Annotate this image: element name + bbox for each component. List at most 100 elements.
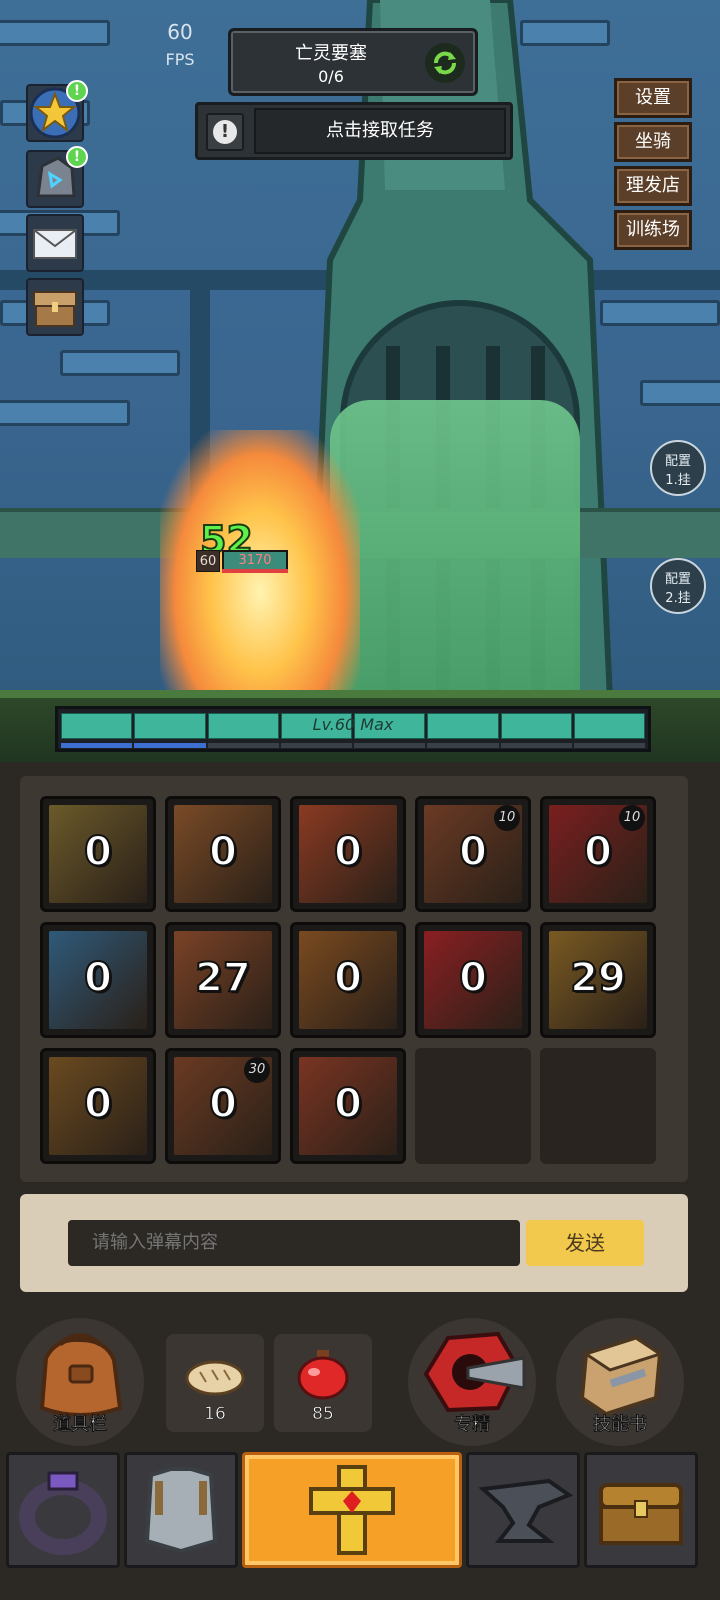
empty-equipment-slot[interactable] (540, 1048, 656, 1164)
achievement-button[interactable]: ! (26, 80, 88, 142)
treasure-chest-icon (33, 291, 77, 327)
config-2-button[interactable]: 配置 2.挂 (650, 558, 706, 614)
experience-sub-segment (573, 743, 645, 748)
specialty-label: 专精 (454, 1414, 491, 1436)
potion-item-button[interactable]: 85 (274, 1334, 372, 1432)
exclamation-icon: ! (213, 120, 237, 144)
settings-button[interactable]: 设置 (614, 78, 692, 118)
refresh-button[interactable] (425, 43, 465, 83)
ring-icon (19, 1471, 107, 1555)
bread-icon (185, 1360, 245, 1396)
quest-progress: 0/6 (318, 67, 344, 86)
equipment-corner-badge: 30 (244, 1057, 270, 1083)
equipment-count: 29 (569, 954, 627, 1002)
equipment-slot[interactable]: 29 (540, 922, 656, 1038)
skillbook-button[interactable]: 技能书 (556, 1318, 684, 1446)
send-button[interactable]: 发送 (526, 1220, 644, 1266)
equipment-count: 0 (333, 828, 363, 876)
equipment-slot[interactable]: 0 (40, 1048, 156, 1164)
notification-badge: ! (66, 146, 88, 168)
experience-sub-segment (280, 743, 352, 748)
item-bag-label: 道具栏 (53, 1414, 108, 1436)
wall-brick (0, 20, 110, 46)
equipment-count: 0 (208, 1080, 238, 1128)
equipment-count: 0 (83, 1080, 113, 1128)
level-label: Lv.60 Max (312, 715, 394, 734)
tab-armor[interactable] (124, 1452, 238, 1568)
experience-sub-segment (500, 743, 572, 748)
red-potion-icon (297, 1350, 349, 1400)
skillbook-label: 技能书 (593, 1414, 648, 1436)
config-label: 配置 (664, 572, 691, 587)
equipment-slot[interactable]: 0 10 (540, 796, 656, 912)
item-bag-button[interactable]: 道具栏 (16, 1318, 144, 1446)
equipment-corner-badge: 10 (619, 805, 645, 831)
experience-sub-segment (61, 743, 133, 748)
equipment-slot[interactable]: 0 30 (165, 1048, 281, 1164)
wall-brick (0, 400, 130, 426)
wall-brick (640, 380, 720, 406)
experience-sub-segment (427, 743, 499, 748)
potion-count: 85 (312, 1404, 334, 1425)
notification-badge: ! (66, 80, 88, 102)
wall-brick (60, 350, 180, 376)
config-label: 配置 (664, 454, 691, 469)
anvil-icon (478, 1478, 574, 1543)
bread-count: 16 (204, 1404, 226, 1425)
equipment-corner-badge: 10 (494, 805, 520, 831)
refresh-icon (434, 51, 456, 75)
experience-bar: Lv.60 Max (55, 706, 651, 752)
task-alert-button[interactable]: ! (206, 113, 244, 151)
fps-value: 60 (167, 20, 193, 44)
config-sub-label: 1.挂 (665, 473, 691, 488)
treasure-button[interactable] (26, 278, 84, 336)
enemy-level: 60 (196, 550, 220, 572)
equipment-count: 0 (83, 828, 113, 876)
tab-ring[interactable] (6, 1452, 120, 1568)
enemy-hp-fill (222, 569, 288, 573)
equipment-count: 0 (458, 828, 488, 876)
task-bar[interactable]: ! 点击接取任务 (195, 102, 513, 160)
equipment-slot[interactable]: 27 (165, 922, 281, 1038)
bread-item-button[interactable]: 16 (166, 1334, 264, 1432)
equipment-slot[interactable]: 0 10 (415, 796, 531, 912)
danmaku-input[interactable] (68, 1220, 520, 1266)
mount-button[interactable]: 坐骑 (614, 122, 692, 162)
equipment-count: 0 (208, 828, 238, 876)
equipment-slot[interactable]: 0 (40, 796, 156, 912)
equipment-count: 0 (458, 954, 488, 1002)
experience-sub-segment (354, 743, 426, 748)
tab-chest[interactable] (584, 1452, 698, 1568)
equipment-count: 0 (83, 954, 113, 1002)
equipment-count: 0 (333, 954, 363, 1002)
experience-sub-segment (207, 743, 279, 748)
training-ground-button[interactable]: 训练场 (614, 210, 692, 250)
equipment-slot[interactable]: 0 (290, 922, 406, 1038)
equipment-slot[interactable]: 0 (40, 922, 156, 1038)
fps-unit: FPS (165, 50, 195, 69)
experience-sub-segment (134, 743, 206, 748)
equipment-slot[interactable]: 0 (290, 796, 406, 912)
tab-cross[interactable] (242, 1452, 462, 1568)
config-sub-label: 2.挂 (665, 591, 691, 606)
accept-task-button[interactable]: 点击接取任务 (254, 108, 506, 154)
specialty-button[interactable]: 专精 (408, 1318, 536, 1446)
chestplate-icon (144, 1467, 218, 1554)
config-1-button[interactable]: 配置 1.挂 (650, 440, 706, 496)
mail-icon (33, 229, 77, 259)
equipment-count: 0 (333, 1080, 363, 1128)
mail-button[interactable] (26, 214, 84, 272)
equipment-slot[interactable]: 0 (290, 1048, 406, 1164)
rune-button[interactable]: ! (26, 146, 88, 208)
chest-icon (599, 1483, 683, 1545)
green-slime-effect (330, 400, 580, 700)
quest-box[interactable]: 亡灵要塞 0/6 (228, 28, 478, 96)
barbershop-button[interactable]: 理发店 (614, 166, 692, 206)
equipment-count: 0 (583, 828, 613, 876)
empty-equipment-slot[interactable] (415, 1048, 531, 1164)
equipment-slot[interactable]: 0 (165, 796, 281, 912)
equipment-count: 27 (194, 954, 252, 1002)
equipment-slot[interactable]: 0 (415, 922, 531, 1038)
golden-cross-icon (309, 1465, 395, 1555)
tab-anvil[interactable] (466, 1452, 580, 1568)
